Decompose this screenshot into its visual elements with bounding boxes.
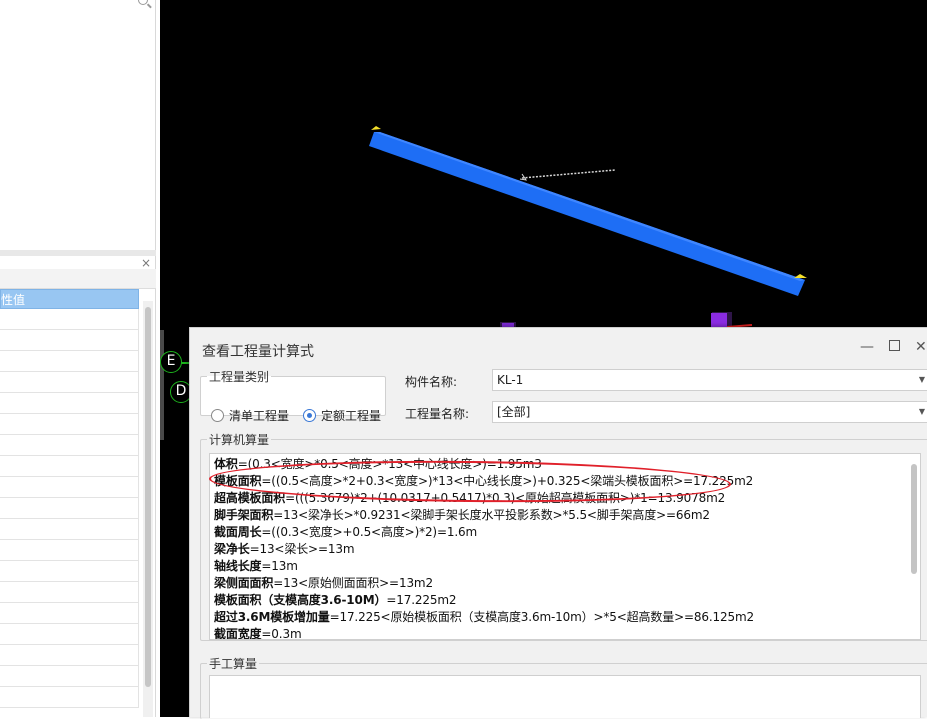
calc-line: 脚手架面积=13<梁净长>*0.9231<梁脚手架长度水平投影系数>*5.5<脚… bbox=[214, 508, 710, 522]
property-row[interactable] bbox=[0, 435, 139, 456]
property-row[interactable] bbox=[0, 624, 139, 645]
property-row[interactable] bbox=[0, 603, 139, 624]
property-panel-header bbox=[0, 269, 156, 289]
property-row[interactable] bbox=[0, 645, 139, 666]
property-row[interactable] bbox=[0, 393, 139, 414]
property-row[interactable] bbox=[0, 498, 139, 519]
calc-line: 截面宽度=0.3m bbox=[214, 627, 302, 640]
property-row[interactable] bbox=[0, 519, 139, 540]
close-icon[interactable]: × bbox=[141, 257, 151, 269]
calc-line: 超高模板面积=(((5.3679)*2+(10.0317+0.5417)*0.3… bbox=[214, 491, 726, 505]
calc-scrollbar-thumb[interactable] bbox=[911, 464, 917, 574]
chevron-down-icon[interactable]: ▼ bbox=[919, 370, 925, 390]
property-row[interactable] bbox=[0, 309, 139, 330]
beam-kl-1 bbox=[369, 132, 805, 296]
beam-end-marker bbox=[371, 126, 381, 130]
calc-line: 截面周长=((0.3<宽度>+0.5<高度>)*2)=1.6m bbox=[214, 525, 478, 539]
beam-end-marker bbox=[794, 274, 807, 278]
calc-line: 体积=(0.3<宽度>*0.5<高度>*13<中心线长度>)=1.95m3 bbox=[214, 457, 542, 471]
search-icon[interactable] bbox=[138, 0, 148, 5]
column bbox=[711, 313, 727, 327]
scrollbar-thumb[interactable] bbox=[145, 307, 151, 687]
quantity-name-select[interactable]: [全部] ▼ bbox=[492, 401, 927, 423]
radio-label: 定额工程量 bbox=[321, 409, 382, 423]
quantity-formula-dialog: 查看工程量计算式 — ✕ 工程量类别 清单工程量 定额工程量 构件名称: KL-… bbox=[189, 327, 927, 719]
property-value-column-header: 性值 bbox=[0, 289, 139, 309]
calc-lines: 体积=(0.3<宽度>*0.5<高度>*13<中心线长度>)=1.95m3 模板… bbox=[214, 456, 904, 640]
beam-top-face bbox=[374, 132, 805, 281]
property-row[interactable] bbox=[0, 561, 139, 582]
property-panel: × 性值 bbox=[0, 256, 156, 717]
radio-circle-icon[interactable] bbox=[211, 409, 224, 422]
quantity-type-legend: 工程量类别 bbox=[209, 370, 270, 384]
component-list-panel bbox=[0, 0, 156, 250]
property-row[interactable] bbox=[0, 477, 139, 498]
property-row[interactable] bbox=[0, 582, 139, 603]
property-row[interactable] bbox=[0, 414, 139, 435]
property-row[interactable] bbox=[0, 456, 139, 477]
calc-line: 梁侧面面积=13<原始侧面面积>=13m2 bbox=[214, 576, 433, 590]
dimension-line bbox=[521, 169, 616, 179]
axis-bubble-e: E bbox=[160, 351, 191, 373]
property-row[interactable] bbox=[0, 540, 139, 561]
property-row[interactable] bbox=[0, 372, 139, 393]
property-panel-scrollbar[interactable] bbox=[143, 301, 153, 717]
radio-label: 清单工程量 bbox=[229, 409, 290, 423]
close-button[interactable]: ✕ bbox=[915, 340, 927, 354]
manual-calc-textarea[interactable] bbox=[209, 675, 921, 718]
minimize-button[interactable]: — bbox=[860, 340, 874, 354]
component-name-label: 构件名称: bbox=[405, 375, 458, 389]
radio-quota-quantity[interactable]: 定额工程量 bbox=[303, 407, 381, 424]
property-row[interactable] bbox=[0, 687, 139, 708]
manual-calc-legend: 手工算量 bbox=[209, 657, 258, 671]
quantity-type-group: 工程量类别 清单工程量 定额工程量 bbox=[200, 368, 386, 423]
property-grid: 性值 bbox=[0, 289, 139, 708]
calc-line: 模板面积=((0.5<高度>*2+0.3<宽度>)*13<中心线长度>)+0.3… bbox=[214, 474, 754, 488]
property-row[interactable] bbox=[0, 666, 139, 687]
chevron-down-icon[interactable]: ▼ bbox=[919, 402, 925, 422]
calc-line: 轴线长度=13m bbox=[214, 559, 298, 573]
radio-selected-icon[interactable] bbox=[303, 409, 316, 422]
component-name-select[interactable]: KL-1 ▼ bbox=[492, 369, 927, 391]
computer-calc-legend: 计算机算量 bbox=[209, 433, 270, 447]
calc-line: 超过3.6M模板增加量=17.225<原始模板面积（支模高度3.6m-10m）>… bbox=[214, 610, 754, 624]
dialog-title: 查看工程量计算式 bbox=[202, 344, 314, 360]
quantity-name-value: [全部] bbox=[497, 405, 531, 419]
quantity-name-label: 工程量名称: bbox=[405, 407, 470, 421]
property-row[interactable] bbox=[0, 351, 139, 372]
computer-calc-textarea[interactable]: 体积=(0.3<宽度>*0.5<高度>*13<中心线长度>)=1.95m3 模板… bbox=[209, 453, 921, 640]
dimension-tick bbox=[519, 173, 528, 181]
calc-line: 梁净长=13<梁长>=13m bbox=[214, 542, 355, 556]
maximize-button[interactable] bbox=[889, 340, 900, 351]
calc-line: 模板面积（支模高度3.6-10M）=17.225m2 bbox=[214, 593, 457, 607]
property-row[interactable] bbox=[0, 330, 139, 351]
radio-bill-quantity[interactable]: 清单工程量 bbox=[211, 407, 289, 424]
component-name-value: KL-1 bbox=[497, 373, 524, 387]
